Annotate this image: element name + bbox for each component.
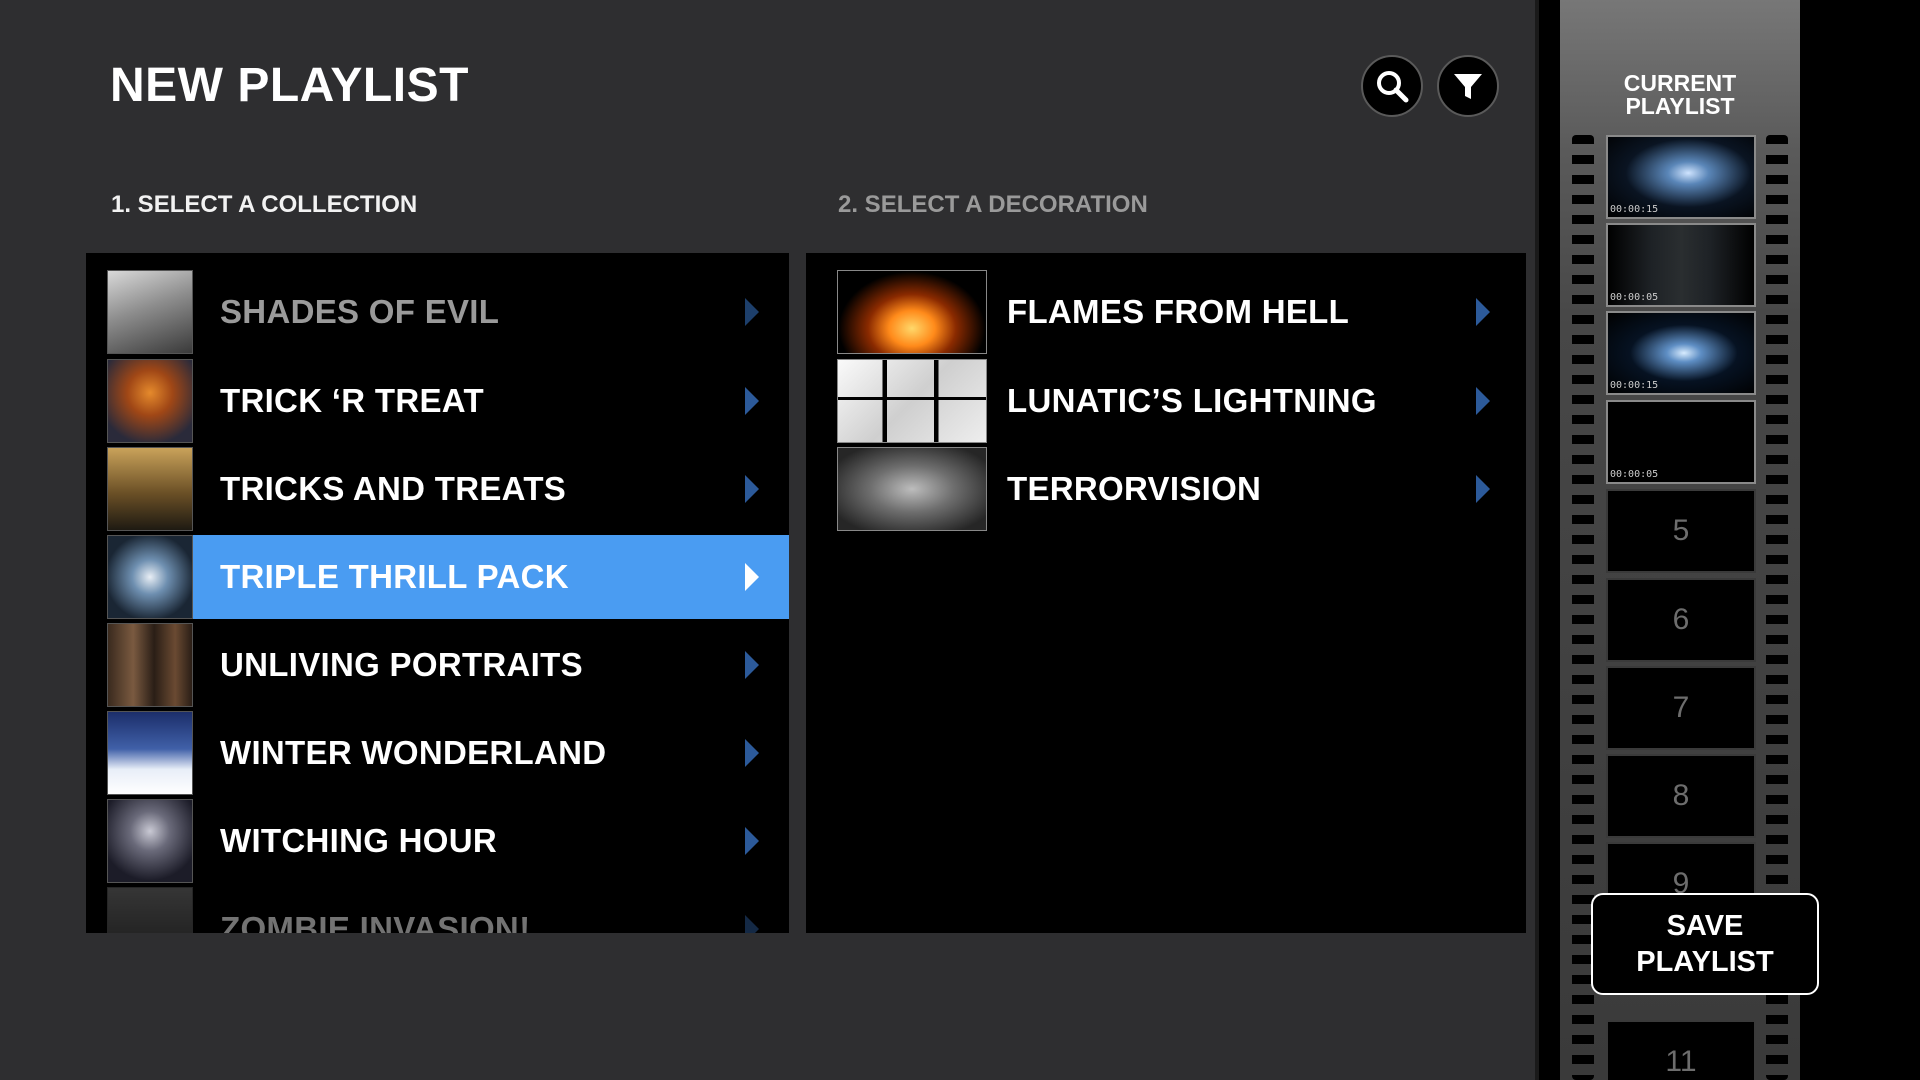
chevron-right-icon (745, 651, 759, 679)
frame-duration: 00:00:15 (1610, 380, 1659, 391)
collection-thumbnail (107, 535, 193, 619)
collection-thumbnail (107, 711, 193, 795)
search-icon (1377, 71, 1409, 103)
collection-label: ZOMBIE INVASION! (220, 910, 531, 933)
collection-item-zombie-invasion[interactable]: ZOMBIE INVASION! (86, 887, 789, 933)
slot-number: 6 (1672, 603, 1690, 636)
playlist-frame-4[interactable]: 00:00:05 (1606, 400, 1756, 484)
collection-item-tricks-and-treats[interactable]: TRICKS AND TREATS (86, 447, 789, 531)
chevron-right-icon (745, 739, 759, 767)
chevron-right-icon (745, 298, 759, 326)
playlist-title: CURRENT PLAYLIST (1560, 72, 1800, 118)
collection-label: TRICK ‘R TREAT (220, 382, 484, 419)
save-button-line2: PLAYLIST (1636, 946, 1774, 978)
chevron-right-icon (1476, 475, 1490, 503)
slot-number: 11 (1665, 1045, 1697, 1078)
collection-item-winter-wonderland[interactable]: WINTER WONDERLAND (86, 711, 789, 795)
save-playlist-button[interactable]: SAVE PLAYLIST (1591, 893, 1819, 995)
chevron-right-icon (745, 915, 759, 933)
playlist-frame-2[interactable]: 00:00:05 (1606, 223, 1756, 307)
collection-thumbnail (107, 799, 193, 883)
decoration-label: TERRORVISION (1007, 470, 1262, 507)
chevron-right-icon (745, 387, 759, 415)
chevron-right-icon (1476, 298, 1490, 326)
playlist-slot-5[interactable]: 5 (1606, 489, 1756, 573)
decoration-label: FLAMES FROM HELL (1007, 293, 1350, 330)
collection-item-shades-of-evil[interactable]: SHADES OF EVIL (86, 270, 789, 354)
collection-label: TRIPLE THRILL PACK (220, 558, 569, 595)
collection-item-unliving-portraits[interactable]: UNLIVING PORTRAITS (86, 623, 789, 707)
playlist-slot-11[interactable]: 11 (1606, 1020, 1756, 1080)
collection-label: WITCHING HOUR (220, 822, 498, 859)
playlist-title-line1: CURRENT (1623, 70, 1737, 96)
decoration-thumbnail (837, 447, 987, 531)
decoration-item-lunatics-lightning[interactable]: LUNATIC’S LIGHTNING (806, 359, 1526, 443)
current-playlist-sidebar: CURRENT PLAYLIST 00:00:15 00:00:05 00:00… (1535, 0, 1920, 1080)
playlist-title-line2: PLAYLIST (1625, 93, 1735, 119)
collection-thumbnail (107, 447, 193, 531)
page-title: NEW PLAYLIST (110, 59, 469, 112)
collection-label: TRICKS AND TREATS (220, 470, 567, 507)
decoration-list[interactable]: FLAMES FROM HELL LUNATIC’S LIGHTNING TER… (806, 253, 1526, 933)
chevron-right-icon (745, 475, 759, 503)
playlist-slot-8[interactable]: 8 (1606, 754, 1756, 838)
frame-duration: 00:00:05 (1610, 292, 1659, 303)
app-root: NEW PLAYLIST 1. SELECT A COLLECTION 2. S… (0, 0, 1920, 1080)
decoration-label: LUNATIC’S LIGHTNING (1007, 382, 1377, 419)
collection-label: SHADES OF EVIL (220, 293, 500, 330)
step-two-label: 2. SELECT A DECORATION (838, 191, 1148, 218)
frame-duration: 00:00:15 (1610, 204, 1659, 215)
playlist-slot-7[interactable]: 7 (1606, 666, 1756, 750)
frame-duration: 00:00:05 (1610, 469, 1659, 480)
collection-list[interactable]: SHADES OF EVIL TRICK ‘R TREAT TRICKS AND… (86, 253, 789, 933)
decoration-thumbnail (837, 359, 987, 443)
step-one-label: 1. SELECT A COLLECTION (111, 191, 418, 218)
collection-item-triple-thrill-pack[interactable]: TRIPLE THRILL PACK (107, 535, 789, 619)
search-button[interactable] (1361, 55, 1423, 117)
decoration-item-terrorvision[interactable]: TERRORVISION (806, 447, 1526, 531)
collection-item-trick-r-treat[interactable]: TRICK ‘R TREAT (86, 359, 789, 443)
decoration-thumbnail (837, 270, 987, 354)
collection-item-witching-hour[interactable]: WITCHING HOUR (86, 799, 789, 883)
collection-thumbnail (107, 623, 193, 707)
collection-label: UNLIVING PORTRAITS (220, 646, 583, 683)
slot-number: 5 (1672, 514, 1690, 547)
save-button-line1: SAVE (1666, 910, 1744, 942)
slot-number: 7 (1672, 691, 1690, 724)
playlist-slot-6[interactable]: 6 (1606, 578, 1756, 662)
chevron-right-icon (1476, 387, 1490, 415)
sidebar-divider (1535, 0, 1539, 1080)
filter-button[interactable] (1437, 55, 1499, 117)
chevron-right-icon (745, 563, 759, 591)
collection-thumbnail (107, 359, 193, 443)
slot-number: 8 (1672, 779, 1690, 812)
playlist-frame-1[interactable]: 00:00:15 (1606, 135, 1756, 219)
collection-label: WINTER WONDERLAND (220, 734, 607, 771)
filter-icon (1454, 74, 1482, 99)
decoration-item-flames-from-hell[interactable]: FLAMES FROM HELL (806, 270, 1526, 354)
chevron-right-icon (745, 827, 759, 855)
playlist-frame-3[interactable]: 00:00:15 (1606, 311, 1756, 395)
film-strip[interactable]: CURRENT PLAYLIST 00:00:15 00:00:05 00:00… (1560, 0, 1819, 1080)
collection-thumbnail (107, 887, 193, 933)
collection-thumbnail (107, 270, 193, 354)
